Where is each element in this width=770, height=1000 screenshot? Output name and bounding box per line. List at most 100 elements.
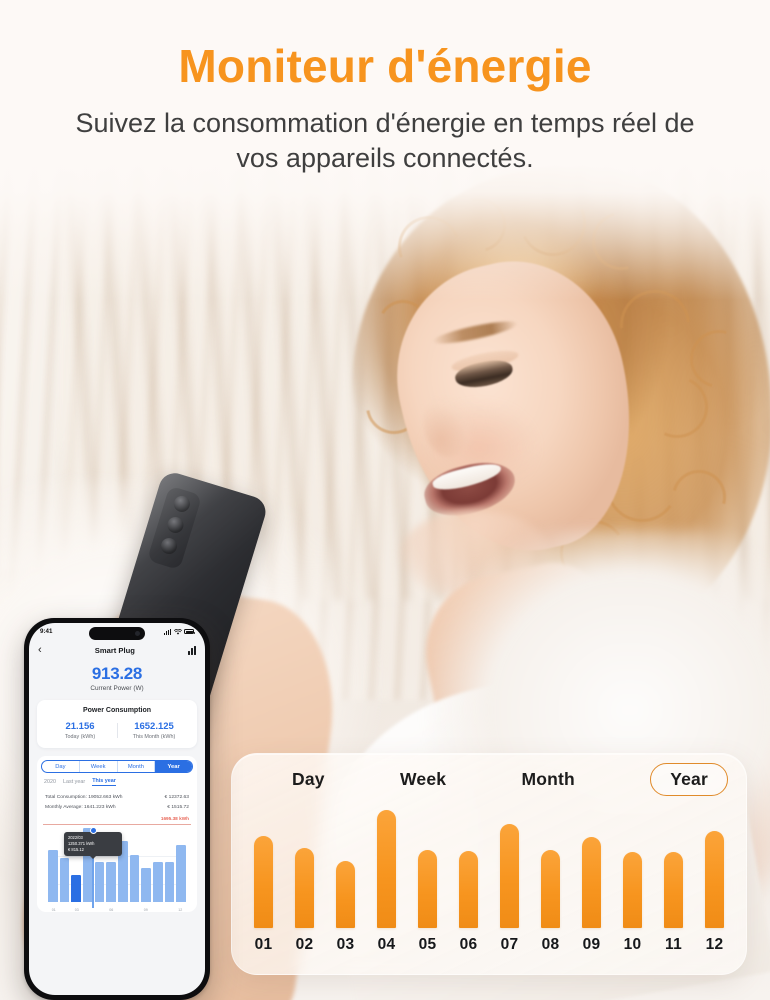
chart-bar[interactable] — [500, 824, 519, 928]
tab-week[interactable]: Week — [400, 769, 446, 790]
range-tab-week[interactable]: Week — [80, 761, 118, 772]
current-power-label: Current Power (W) — [90, 685, 144, 692]
mini-chart-bar[interactable] — [176, 845, 187, 902]
chart-bar[interactable] — [418, 850, 437, 928]
back-chevron-icon[interactable]: ‹ — [38, 644, 42, 656]
chart-bar[interactable] — [541, 850, 560, 928]
chart-x-label: 05 — [418, 936, 437, 953]
mini-chart-bar[interactable] — [59, 858, 70, 902]
range-segmented-control[interactable]: Day Week Month Year — [41, 760, 193, 773]
mini-chart-bar[interactable] — [141, 868, 152, 902]
tooltip-cost: € 815.12 — [68, 846, 84, 852]
this-year-link[interactable]: This year — [92, 778, 116, 786]
mini-chart-x-label: 06 — [109, 908, 114, 912]
month-label: This Month (kWh) — [132, 734, 176, 740]
front-camera-icon — [135, 630, 140, 636]
month-consumption: 1652.125 This Month (kWh) — [117, 721, 191, 740]
mini-chart-x-label: 03 — [74, 908, 79, 912]
table-row: Total Consumption: 19052.663 kWh € 12372… — [45, 792, 189, 802]
mini-chart-x-label: 09 — [143, 908, 148, 912]
energy-chart-card: Day Week Month Year 01 02 03 04 05 06 07 08 09 10… — [231, 753, 747, 975]
chart-x-label: 06 — [459, 936, 478, 953]
chart-x-axis: 01 02 03 04 05 06 07 08 09 10 11 12 — [246, 936, 732, 954]
chart-x-label: 01 — [254, 936, 273, 953]
mini-chart-bar[interactable] — [129, 855, 140, 902]
monthly-average-label: Monthly Average: 1641.223 kWh — [45, 804, 116, 810]
phone-screen: 9:41 ‹ Smart Plug 913.28 Current Power (… — [29, 623, 205, 995]
mini-chart-x-label — [117, 908, 129, 912]
mini-chart-x-label — [60, 908, 72, 912]
threshold-label: 1695.38 kWh — [160, 816, 189, 821]
chart-x-label: 07 — [500, 936, 519, 953]
chart-x-label: 03 — [336, 936, 355, 953]
chart-x-label: 11 — [665, 936, 682, 953]
chart-bar[interactable] — [459, 851, 478, 928]
tab-year[interactable]: Year — [650, 763, 728, 796]
today-label: Today (kWh) — [64, 734, 96, 740]
range-tab-day[interactable]: Day — [42, 761, 80, 772]
power-consumption-row: 21.156 Today (kWh) 1652.125 This Month (… — [43, 721, 191, 740]
tab-day[interactable]: Day — [292, 769, 325, 790]
status-bar-indicators — [163, 628, 195, 635]
mini-chart-bar[interactable] — [106, 862, 117, 902]
range-tab-year[interactable]: Year — [155, 761, 192, 772]
wifi-icon — [173, 628, 182, 635]
chart-x-label: 09 — [582, 936, 601, 953]
page-subtitle: Suivez la consommation d'énergie en temp… — [75, 108, 695, 174]
mini-chart-bar[interactable] — [153, 862, 163, 902]
chart-tooltip: 2022/03 1250.371 kWh € 815.12 — [64, 832, 122, 859]
mini-chart-x-label — [94, 908, 106, 912]
chart-bar[interactable] — [377, 810, 396, 928]
chart-bar[interactable] — [582, 837, 601, 928]
bar-chart-icon[interactable] — [187, 645, 196, 655]
chart-bar[interactable] — [664, 852, 683, 928]
current-power-value: 913.28 — [91, 664, 143, 683]
current-power-block: 913.28 Current Power (W) — [29, 664, 205, 692]
range-tab-month[interactable]: Month — [118, 761, 156, 772]
power-consumption-title: Power Consumption — [82, 707, 152, 714]
chart-x-label: 08 — [541, 936, 560, 953]
header: Moniteur d'énergie Suivez la consommatio… — [0, 0, 770, 176]
chart-bar[interactable] — [705, 831, 724, 928]
phone-range-panel: Day Week Month Year 2020 Last year This … — [37, 756, 197, 912]
today-consumption: 21.156 Today (kWh) — [43, 721, 117, 740]
tab-month[interactable]: Month — [521, 769, 574, 790]
phone-nav-title: Smart Plug — [94, 645, 135, 655]
chart-x-label: 04 — [377, 936, 396, 953]
last-year-link[interactable]: Last year — [63, 779, 85, 785]
threshold-line: 1695.38 kWh — [43, 816, 191, 825]
cellular-bars-icon — [163, 628, 171, 635]
chart-bar[interactable] — [295, 847, 314, 928]
total-consumption-label: Total Consumption: 19052.663 kWh — [45, 794, 123, 800]
power-consumption-card: Power Consumption 21.156 Today (kWh) 165… — [37, 700, 197, 748]
phone-mockup: 9:41 ‹ Smart Plug 913.28 Current Power (… — [24, 618, 210, 1000]
year-label[interactable]: 2020 — [44, 779, 56, 785]
chart-x-label: 12 — [705, 936, 724, 953]
mini-chart-bar[interactable] — [71, 875, 82, 902]
chart-bar[interactable] — [336, 860, 355, 928]
year-selector-row[interactable]: 2020 Last year This year — [41, 773, 193, 790]
mini-chart-bar[interactable] — [94, 862, 105, 902]
total-consumption-cost: € 12372.63 — [164, 794, 189, 800]
battery-icon — [184, 629, 195, 634]
dynamic-island — [89, 626, 145, 640]
today-value: 21.156 — [65, 721, 95, 732]
mini-chart-x-label: 01 — [51, 908, 56, 912]
tooltip-marker — [89, 827, 97, 834]
mini-chart-bar[interactable] — [164, 862, 175, 902]
mini-chart-x-axis: 01 03 06 09 12 — [48, 908, 186, 912]
phone-status-bar: 9:41 — [29, 623, 205, 640]
chart-x-label: 02 — [295, 936, 314, 953]
chart-x-label: 10 — [623, 936, 642, 953]
monthly-average-cost: € 1515.72 — [167, 804, 189, 810]
chart-bar[interactable] — [623, 852, 642, 928]
phone-mini-bar-chart[interactable]: 2022/03 1250.371 kWh € 815.12 01 03 06 09 12 — [46, 826, 188, 912]
chart-range-tabs[interactable]: Day Week Month Year — [232, 754, 746, 796]
chart-bar[interactable] — [254, 835, 273, 928]
threshold-rule — [43, 823, 191, 825]
page-title: Moniteur d'énergie — [178, 40, 592, 92]
chart-plot-area — [246, 810, 732, 928]
status-bar-time: 9:41 — [40, 628, 53, 635]
mini-chart-x-label — [83, 908, 95, 912]
mini-chart-bar[interactable] — [48, 850, 58, 902]
